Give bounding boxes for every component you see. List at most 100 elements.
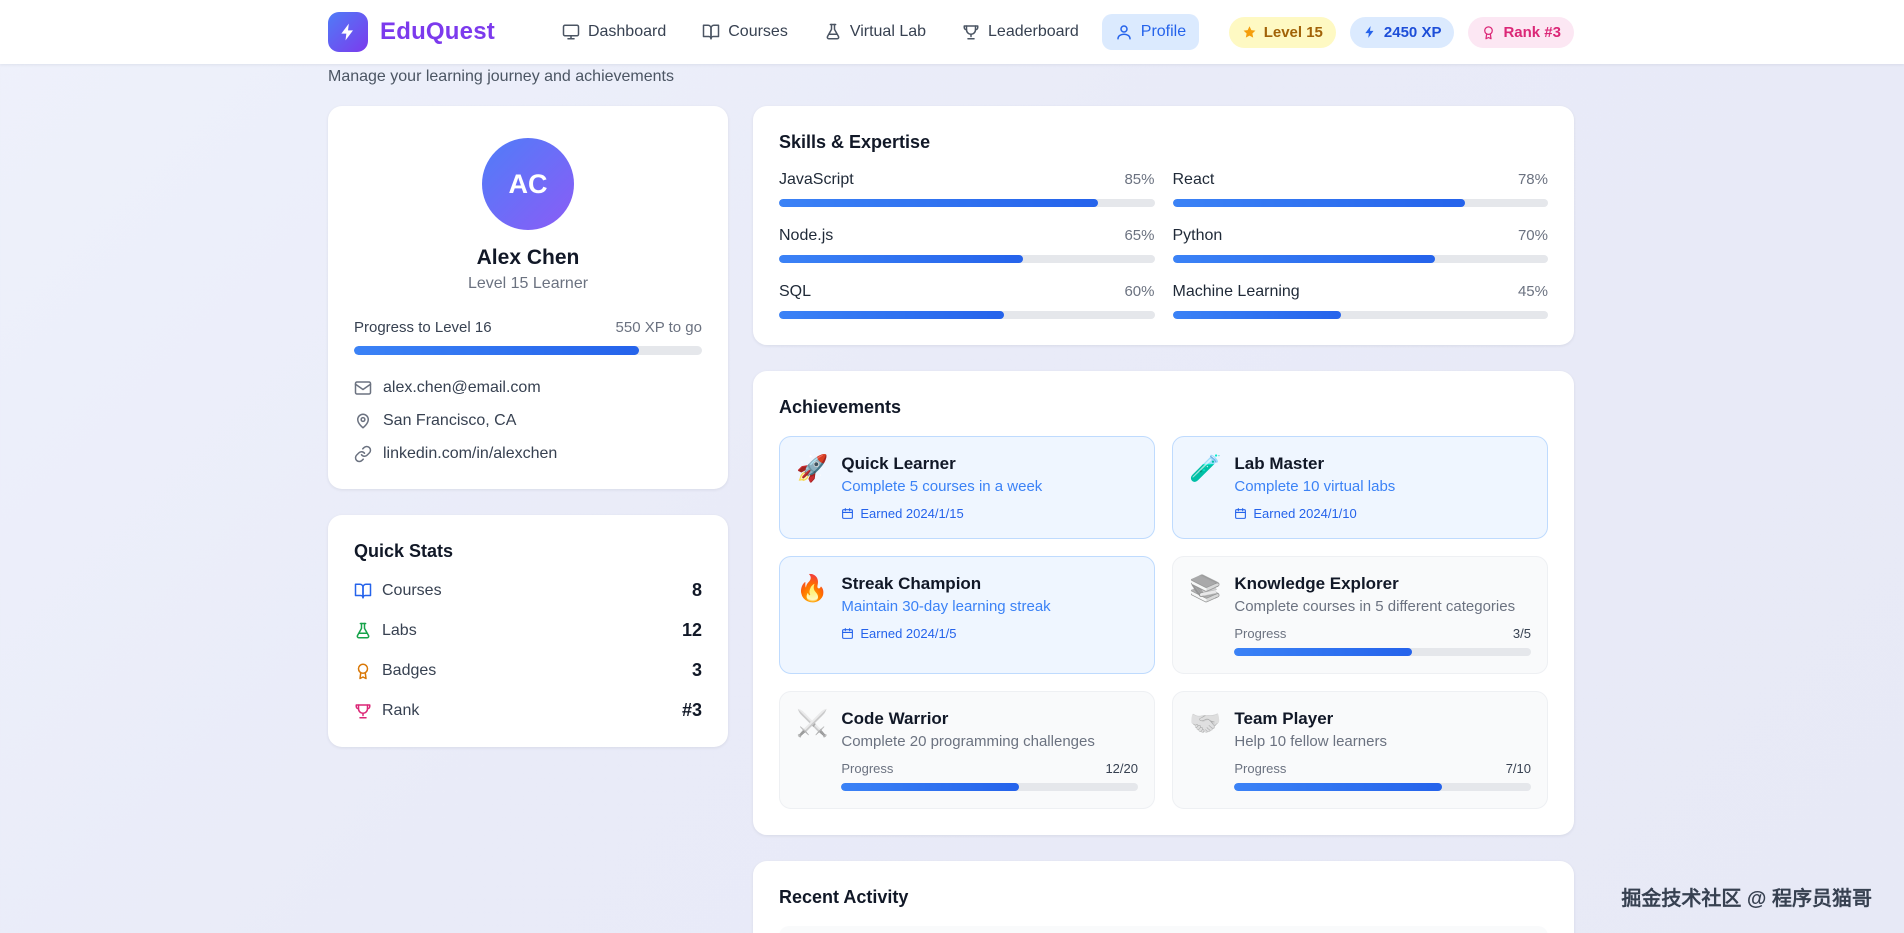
stat-label: Courses: [382, 581, 442, 599]
skill-bar: [1172, 311, 1548, 319]
books-icon: 📚: [1189, 574, 1222, 604]
skill-name: Python: [1172, 227, 1223, 244]
flask-icon: [354, 622, 372, 640]
level-progress-bar: [354, 346, 702, 355]
nav-courses[interactable]: Courses: [689, 14, 801, 50]
profile-card: AC Alex Chen Level 15 Learner Progress t…: [328, 106, 728, 489]
achievement-desc: Maintain 30-day learning streak: [841, 598, 1051, 615]
rank-badge-label: Rank #3: [1503, 23, 1561, 41]
achievement-title: Streak Champion: [841, 574, 982, 593]
level-progress: Progress to Level 16 550 XP to go: [354, 319, 702, 355]
contact-email-text: alex.chen@email.com: [383, 379, 541, 396]
skill-bar-fill: [779, 311, 1005, 319]
fire-icon: 🔥: [796, 574, 829, 604]
stat-label: Labs: [382, 621, 417, 639]
achievement-progress-fill: [1234, 648, 1413, 656]
test-tube-icon: 🧪: [1189, 454, 1222, 484]
skill-bar-fill: [779, 255, 1024, 263]
achievement-lab-master: 🧪 Lab Master Complete 10 virtual labs Ea…: [1172, 436, 1548, 539]
progress-label: Progress to Level 16: [354, 319, 492, 336]
progress-label: Progress: [841, 761, 894, 776]
profile-level-label: Level 15 Learner: [467, 275, 589, 292]
skill-bar: [779, 255, 1155, 263]
nav-label: Profile: [1140, 23, 1187, 40]
stat-courses: Courses 8: [354, 580, 702, 601]
skill-bar: [1172, 255, 1548, 263]
skill-name: React: [1172, 171, 1215, 188]
skill-machine-learning: Machine Learning 45%: [1172, 283, 1548, 319]
skill-percent: 78%: [1517, 171, 1548, 188]
progress-value: 12/20: [1105, 761, 1138, 776]
earned-date-text: Earned 2024/1/5: [860, 626, 957, 641]
skill-bar-fill: [779, 199, 1099, 207]
nav-virtual-lab[interactable]: Virtual Lab: [811, 14, 939, 50]
main-nav: Dashboard Courses Virtual Lab Leaderboar…: [549, 14, 1200, 50]
stat-label: Rank: [382, 701, 420, 719]
skill-percent: 45%: [1517, 283, 1548, 300]
brand-name[interactable]: EduQuest: [380, 18, 495, 46]
contact-location-text: San Francisco, CA: [383, 412, 517, 429]
achievement-progress-bar: [1234, 783, 1531, 791]
skill-react: React 78%: [1172, 171, 1548, 207]
achievement-title: Quick Learner: [841, 454, 956, 473]
achievement-progress-row: Progress 7/10: [1234, 761, 1531, 776]
location-icon: [354, 412, 372, 430]
contact-email[interactable]: alex.chen@email.com: [354, 379, 702, 397]
stat-rank: Rank #3: [354, 700, 702, 721]
nav-label: Leaderboard: [988, 23, 1079, 40]
achievement-title: Code Warrior: [841, 709, 949, 728]
skill-name: SQL: [779, 283, 812, 300]
watermark: 掘金技术社区 @ 程序员猫哥: [1621, 888, 1872, 910]
profile-page: Manage your learning journey and achieve…: [328, 64, 1574, 933]
calendar-icon: [841, 627, 854, 640]
achievement-progress-fill: [1234, 783, 1442, 791]
achievement-knowledge-explorer: 📚 Knowledge Explorer Complete courses in…: [1172, 556, 1548, 674]
skill-name: Machine Learning: [1172, 283, 1300, 300]
earned-date-text: Earned 2024/1/10: [1253, 506, 1357, 521]
nav-dashboard[interactable]: Dashboard: [549, 14, 679, 50]
stat-value: 8: [691, 580, 702, 600]
mail-icon: [354, 379, 372, 397]
achievement-title: Lab Master: [1234, 454, 1325, 473]
stat-value: 12: [681, 620, 702, 640]
achievement-earned-date: Earned 2024/1/10: [1234, 506, 1531, 521]
achievements-title: Achievements: [779, 397, 902, 417]
app-header: EduQuest Dashboard Courses Virtual Lab L…: [0, 0, 1904, 64]
nav-label: Courses: [728, 23, 788, 40]
contact-link[interactable]: linkedin.com/in/alexchen: [354, 445, 702, 463]
nav-label: Dashboard: [587, 23, 667, 40]
page-subtitle: Manage your learning journey and achieve…: [328, 68, 674, 85]
level-progress-fill: [354, 346, 640, 355]
calendar-icon: [1234, 507, 1247, 520]
achievement-quick-learner: 🚀 Quick Learner Complete 5 courses in a …: [779, 436, 1155, 539]
skills-card: Skills & Expertise JavaScript 85% React …: [753, 106, 1574, 345]
book-icon: [702, 23, 720, 41]
stat-value: #3: [681, 700, 702, 720]
achievement-title: Knowledge Explorer: [1234, 574, 1399, 593]
achievement-earned-date: Earned 2024/1/5: [841, 626, 1138, 641]
skills-grid: JavaScript 85% React 78% Node.js 65% Pyt…: [779, 171, 1548, 319]
star-icon: [1242, 25, 1257, 40]
handshake-icon: 🤝: [1189, 709, 1222, 739]
xp-to-go-label: 550 XP to go: [615, 319, 702, 336]
nav-profile[interactable]: Profile: [1101, 14, 1200, 50]
progress-label: Progress: [1234, 761, 1287, 776]
achievement-title: Team Player: [1234, 709, 1334, 728]
achievements-grid: 🚀 Quick Learner Complete 5 courses in a …: [779, 436, 1548, 809]
nav-leaderboard[interactable]: Leaderboard: [949, 14, 1092, 50]
quick-stats-list: Courses 8 Labs 12 Badges 3 Rank #3: [354, 580, 702, 721]
progress-value: 7/10: [1505, 761, 1531, 776]
avatar: AC: [482, 138, 574, 230]
achievement-desc: Help 10 fellow learners: [1234, 733, 1387, 750]
progress-label: Progress: [1234, 626, 1287, 641]
app-logo[interactable]: [328, 12, 368, 52]
trophy-icon: [354, 702, 372, 720]
link-icon: [354, 445, 372, 463]
skill-bar: [1172, 199, 1548, 207]
trophy-icon: [962, 23, 980, 41]
monitor-icon: [562, 23, 580, 41]
activity-item: Completed "Advanced React Patterns" +150…: [779, 926, 1548, 933]
crossed-swords-icon: ⚔️: [796, 709, 829, 739]
skill-percent: 85%: [1124, 171, 1155, 188]
stat-badges: Badges 3: [354, 660, 702, 681]
